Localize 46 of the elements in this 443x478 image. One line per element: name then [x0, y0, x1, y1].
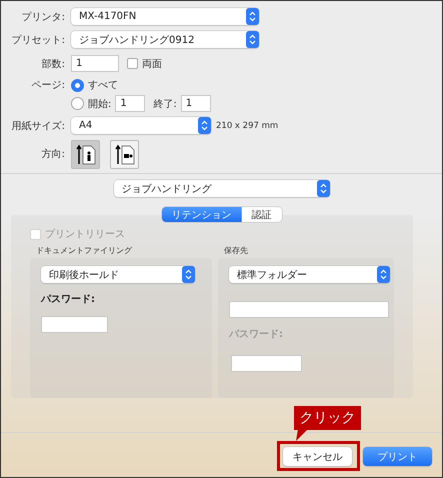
- to-field[interactable]: 1: [180, 95, 211, 112]
- to-label: 終了:: [153, 98, 177, 110]
- tab[interactable]: リテンション: [162, 207, 242, 222]
- radio-button[interactable]: [71, 78, 84, 92]
- paper-size-popup[interactable]: A4: [71, 117, 211, 134]
- destination-popup[interactable]: 標準フォルダー: [229, 266, 390, 283]
- preset-popup[interactable]: ジョブハンドリング0912: [71, 31, 259, 48]
- printer-label: プリンタ:: [20, 10, 65, 24]
- stepper-icon: [377, 266, 390, 283]
- stepper-icon: [182, 266, 195, 283]
- paper-size-label: 用紙サイズ:: [10, 120, 65, 132]
- password-label: パスワード:: [229, 328, 284, 341]
- copies-field[interactable]: 1: [71, 55, 119, 72]
- all-pages-label: すべて: [88, 79, 118, 92]
- orientation-label: 方向:: [40, 148, 65, 161]
- paper-dimensions: 210 x 297 mm: [216, 120, 278, 130]
- stepper-icon: [316, 180, 330, 197]
- section-popup[interactable]: ジョブハンドリング: [114, 180, 330, 197]
- stepper-icon: [246, 31, 259, 48]
- print-button[interactable]: プリント: [363, 447, 432, 466]
- stepper-icon: [198, 117, 211, 134]
- preset-label: プリセット:: [10, 34, 65, 46]
- callout-pointer: [296, 429, 310, 441]
- document-filing-title: ドキュメントファイリング: [36, 245, 133, 256]
- password-field[interactable]: [41, 316, 108, 333]
- landscape-orientation-icon: [114, 143, 134, 165]
- pages-label: ページ:: [30, 79, 65, 92]
- password-label: パスワード:: [41, 293, 96, 306]
- destination-title: 保存先: [224, 245, 249, 256]
- radio-button[interactable]: [71, 97, 84, 110]
- print-release-label: プリントリリース: [45, 228, 125, 241]
- document-filing-popup[interactable]: 印刷後ホールド: [41, 266, 195, 283]
- tab[interactable]: 認証: [242, 207, 282, 222]
- duplex-label: 両面: [142, 58, 162, 70]
- orientation-button[interactable]: [110, 140, 139, 168]
- cancel-button[interactable]: キャンセル: [283, 447, 352, 466]
- copies-label: 部数:: [40, 58, 65, 70]
- from-field[interactable]: 1: [115, 95, 146, 112]
- duplex-checkbox[interactable]: [127, 58, 138, 69]
- stepper-icon: [246, 8, 259, 25]
- password-field[interactable]: [231, 355, 302, 372]
- orientation-button[interactable]: [71, 140, 100, 168]
- printer-popup[interactable]: MX-4170FN: [71, 8, 259, 25]
- portrait-orientation-icon: [76, 143, 96, 165]
- from-label: 開始:: [88, 98, 112, 110]
- folder-name-field[interactable]: [229, 301, 389, 318]
